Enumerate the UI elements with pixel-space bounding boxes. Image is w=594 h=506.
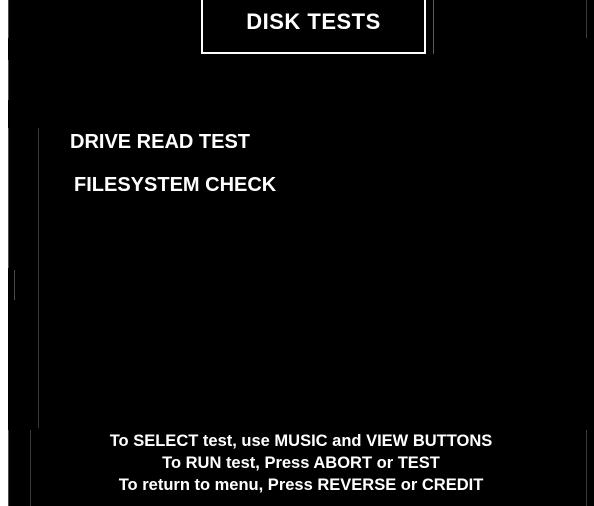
title-box: DISK TESTS xyxy=(201,0,434,54)
scanline-artifact xyxy=(8,128,9,268)
menu-item-filesystem-check[interactable]: FILESYSTEM CHECK xyxy=(74,174,276,197)
instructions-panel: To SELECT test, use MUSIC and VIEW BUTTO… xyxy=(8,430,594,496)
instruction-select: To SELECT test, use MUSIC and VIEW BUTTO… xyxy=(109,432,493,450)
menu-item-drive-read-test[interactable]: DRIVE READ TEST xyxy=(70,131,250,154)
instruction-run: To RUN test, Press ABORT or TEST xyxy=(162,454,440,472)
scanline-artifact xyxy=(586,0,587,38)
diagnostic-screen: DISK TESTS DRIVE READ TEST FILESYSTEM CH… xyxy=(8,0,594,506)
scanline-artifact xyxy=(38,128,39,428)
scanline-artifact xyxy=(14,270,15,300)
scanline-artifact xyxy=(8,60,9,100)
title-box-shadow xyxy=(433,0,434,54)
page-title: DISK TESTS xyxy=(246,9,381,34)
scanline-artifact xyxy=(8,0,9,38)
instruction-return: To return to menu, Press REVERSE or CRED… xyxy=(118,476,484,494)
